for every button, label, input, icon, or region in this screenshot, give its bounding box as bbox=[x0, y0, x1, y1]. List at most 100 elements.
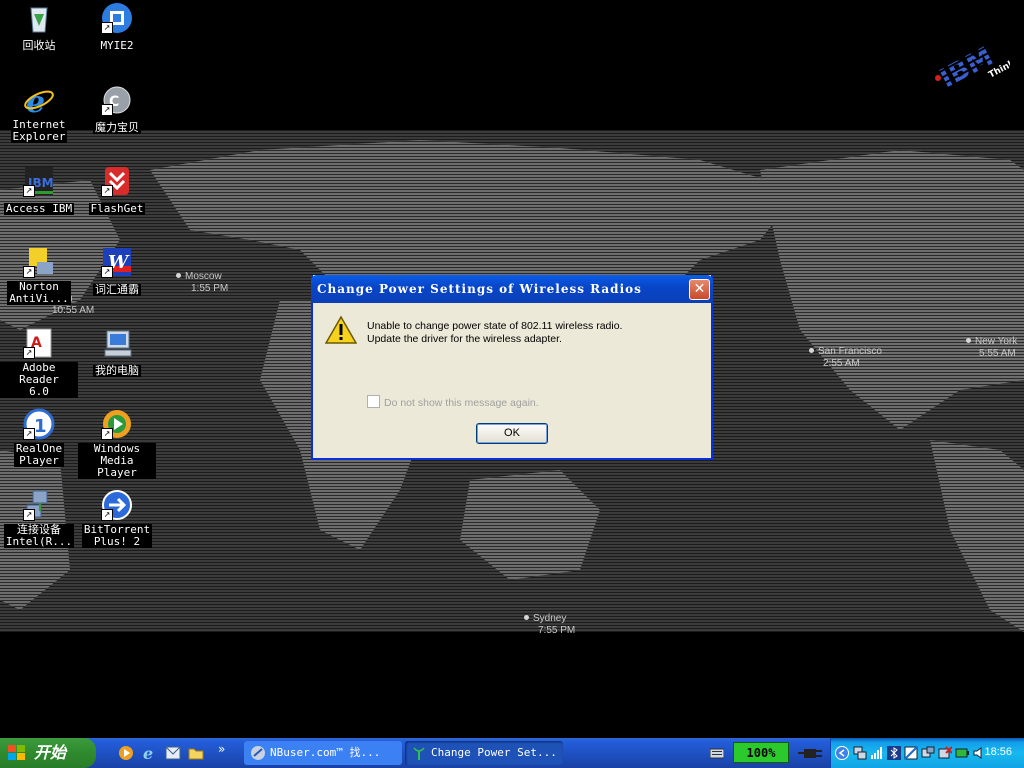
shortcut-arrow-icon: ↗ bbox=[23, 509, 35, 521]
task-button-nbuser[interactable]: NBuser.com™ 找... bbox=[244, 741, 402, 765]
realone-player-icon: 1 ↗ bbox=[23, 408, 55, 440]
desktop-icon-label: MYIE2 bbox=[98, 39, 136, 52]
desktop-icon-label: Norton AntiVi... bbox=[7, 280, 71, 305]
desktop-icon-norton-antivirus[interactable]: ↗ Norton AntiVi... bbox=[0, 246, 78, 306]
internet-explorer-icon: e bbox=[23, 84, 55, 120]
desktop-icon-my-computer[interactable]: 我的电脑 bbox=[78, 327, 156, 378]
city-name: Moscow bbox=[185, 271, 222, 282]
desktop-icon-label: Windows Media Player bbox=[78, 443, 156, 479]
desktop-icon-bittorrent[interactable]: ↗ BitTorrent Plus! 2 bbox=[78, 489, 156, 549]
city-time: 10:55 AM bbox=[52, 305, 95, 316]
keyboard-icon[interactable] bbox=[710, 746, 724, 760]
desktop-icon-label: 我的电脑 bbox=[93, 364, 141, 377]
system-tray: 18:56 bbox=[830, 738, 1024, 768]
my-computer-icon bbox=[101, 327, 133, 359]
crossgate-game-icon: C ↗ bbox=[101, 84, 133, 116]
desktop-icon-crossgate[interactable]: C ↗ 魔力宝贝 bbox=[78, 84, 156, 135]
desktop-icon-label: Adobe Reader 6.0 bbox=[0, 362, 78, 398]
city-time: 1:55 PM bbox=[191, 283, 229, 294]
ok-button[interactable]: OK bbox=[476, 423, 548, 444]
shortcut-arrow-icon: ↗ bbox=[101, 22, 113, 34]
start-label: 开始 bbox=[34, 743, 67, 762]
desktop-icon-access-ibm[interactable]: IBM ↗ Access IBM bbox=[0, 165, 78, 216]
message-line-1: Unable to change power state of 802.11 w… bbox=[367, 320, 623, 332]
shortcut-arrow-icon: ↗ bbox=[23, 185, 35, 197]
dialog-title: Change Power Settings of Wireless Radios bbox=[317, 282, 642, 296]
folder-quicklaunch-icon[interactable] bbox=[188, 745, 204, 761]
desktop-icon-recycle-bin[interactable]: 回收站 bbox=[0, 2, 78, 53]
city-time: 5:55 AM bbox=[979, 348, 1016, 359]
city-dot bbox=[524, 615, 529, 620]
shortcut-arrow-icon: ↗ bbox=[101, 185, 113, 197]
dialog-message: Unable to change power state of 802.11 w… bbox=[367, 320, 622, 346]
windows-flag-icon bbox=[8, 745, 25, 760]
access-ibm-icon: IBM ↗ bbox=[23, 165, 55, 197]
dont-show-again-checkbox[interactable]: Do not show this message again. bbox=[367, 395, 539, 409]
system-clock[interactable]: 18:56 bbox=[984, 746, 1012, 758]
display-tray-icon[interactable] bbox=[904, 746, 918, 760]
wireless-power-dialog: Change Power Settings of Wireless Radios… bbox=[311, 275, 713, 460]
adobe-reader-icon: A ↗ bbox=[23, 327, 55, 359]
shortcut-arrow-icon: ↗ bbox=[101, 266, 113, 278]
ie-quicklaunch-icon[interactable]: e bbox=[142, 745, 158, 761]
desktop-icon-label: BitTorrent Plus! 2 bbox=[81, 523, 153, 548]
city-moscow: Moscow 1:55 PM bbox=[176, 271, 228, 295]
svg-text:e: e bbox=[143, 745, 153, 761]
disconnected-network-icon[interactable] bbox=[938, 746, 952, 760]
network-connection-icon: ↗ bbox=[23, 489, 55, 521]
desktop-icon-label: 回收站 bbox=[20, 39, 58, 52]
dialog-titlebar[interactable]: Change Power Settings of Wireless Radios… bbox=[311, 275, 713, 303]
myie2-icon: ↗ bbox=[101, 2, 133, 34]
shortcut-arrow-icon: ↗ bbox=[101, 104, 113, 116]
windows-media-player-icon: ↗ bbox=[101, 408, 133, 440]
desktop-icon-label: Access IBM bbox=[3, 202, 75, 215]
network-tray-icon[interactable] bbox=[853, 746, 867, 760]
task-label: Change Power Set... bbox=[431, 746, 557, 759]
power-plug-icon[interactable] bbox=[798, 746, 824, 760]
checkbox-box[interactable] bbox=[367, 395, 380, 408]
desktop-icon-flashget[interactable]: ↗ FlashGet bbox=[78, 165, 156, 216]
shortcut-arrow-icon: ↗ bbox=[101, 509, 113, 521]
close-button[interactable]: ✕ bbox=[689, 279, 710, 300]
city-dot bbox=[809, 348, 814, 353]
desktop-icon-label: FlashGet bbox=[88, 202, 146, 215]
checkbox-label: Do not show this message again. bbox=[384, 397, 539, 409]
close-icon: ✕ bbox=[693, 281, 706, 297]
task-button-change-power[interactable]: Change Power Set... bbox=[405, 741, 563, 765]
signal-strength-icon[interactable] bbox=[870, 746, 884, 760]
city-san-francisco: San Francisco 2:55 AM bbox=[809, 346, 882, 370]
desktop-icon-windows-media-player[interactable]: ↗ Windows Media Player bbox=[78, 408, 156, 480]
shortcut-arrow-icon: ↗ bbox=[23, 266, 35, 278]
desktop-icon-adobe-reader[interactable]: A ↗ Adobe Reader 6.0 bbox=[0, 327, 78, 399]
city-name: San Francisco bbox=[818, 346, 882, 357]
desktop-icon-label: Internet Explorer bbox=[10, 118, 68, 143]
start-button[interactable]: 开始 bbox=[0, 738, 96, 768]
desktop-icon-label: RealOne Player bbox=[13, 442, 65, 467]
task-label: NBuser.com™ 找... bbox=[270, 746, 381, 759]
desktop-icon-internet-explorer[interactable]: e Internet Explorer bbox=[0, 84, 78, 144]
shortcut-arrow-icon: ↗ bbox=[101, 428, 113, 440]
city-new-york: New York 5:55 AM bbox=[966, 336, 1017, 360]
battery-tray-icon[interactable] bbox=[955, 746, 969, 760]
desktop-icon-network-connection[interactable]: ↗ 连接设备 Intel(R... bbox=[0, 489, 78, 549]
browser-window-icon bbox=[251, 746, 265, 760]
city-dot bbox=[966, 338, 971, 343]
outlook-quicklaunch-icon[interactable] bbox=[165, 745, 181, 761]
desktop-icon-vocabulary[interactable]: W ↗ 词汇通霸 bbox=[78, 246, 156, 297]
bluetooth-tray-icon[interactable] bbox=[887, 746, 901, 760]
norton-antivirus-icon: ↗ bbox=[23, 246, 55, 278]
desktop-icon-myie2[interactable]: ↗ MYIE2 bbox=[78, 2, 156, 53]
media-player-quicklaunch-icon[interactable] bbox=[118, 745, 134, 761]
desktop-icon-label: 连接设备 Intel(R... bbox=[3, 523, 75, 548]
zoom-level-indicator[interactable]: 100% bbox=[733, 742, 789, 763]
city-dot bbox=[176, 273, 181, 278]
desktop-icon-label: 词汇通霸 bbox=[93, 283, 141, 296]
quicklaunch-more-icon[interactable]: » bbox=[218, 742, 225, 756]
city-sydney: Sydney 7:55 PM bbox=[524, 613, 575, 637]
city-name: Sydney bbox=[533, 613, 567, 624]
wireless-antenna-icon bbox=[413, 747, 425, 760]
connection-tray-icon[interactable] bbox=[921, 746, 935, 760]
desktop-icon-realone-player[interactable]: 1 ↗ RealOne Player bbox=[0, 408, 78, 468]
tray-expand-arrow-icon[interactable] bbox=[835, 746, 849, 760]
desktop-icon-label: 魔力宝贝 bbox=[93, 121, 141, 134]
